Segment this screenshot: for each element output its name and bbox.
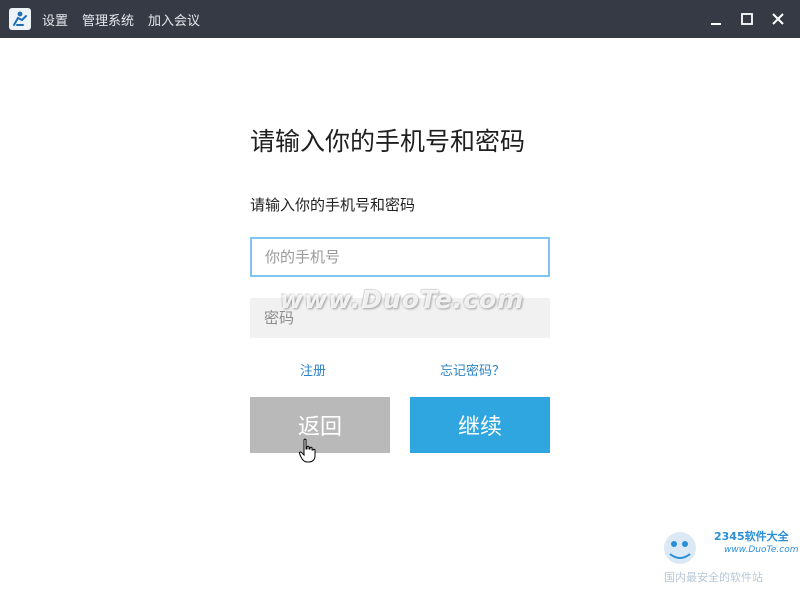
- back-button[interactable]: 返回: [250, 397, 390, 453]
- phone-input[interactable]: [250, 237, 550, 277]
- minimize-icon: [711, 23, 721, 25]
- menu-item-settings[interactable]: 设置: [42, 10, 68, 29]
- corner-brand-text: 2345软件大全: [714, 530, 789, 543]
- corner-url-text: www.DuoTe.com: [724, 545, 799, 555]
- top-menu: 设置 管理系统 加入会议: [42, 0, 214, 38]
- title-bar: 设置 管理系统 加入会议: [0, 0, 800, 38]
- maximize-icon: [741, 13, 753, 25]
- minimize-button[interactable]: [706, 9, 726, 29]
- hand-cursor-icon: [298, 438, 316, 463]
- register-link[interactable]: 注册: [300, 360, 326, 379]
- form-label: 请输入你的手机号和密码: [250, 196, 416, 214]
- corner-tagline-text: 国内最安全的软件站: [664, 571, 763, 584]
- continue-button[interactable]: 继续: [410, 397, 550, 453]
- menu-item-join-meeting[interactable]: 加入会议: [148, 10, 200, 29]
- close-button[interactable]: [768, 9, 788, 29]
- watermark-text: www.DuoTe.com: [280, 285, 525, 314]
- menu-item-admin[interactable]: 管理系统: [82, 10, 134, 29]
- close-icon: [772, 13, 784, 25]
- app-logo-icon[interactable]: [9, 8, 31, 30]
- page-title: 请输入你的手机号和密码: [250, 127, 526, 156]
- forgot-password-link[interactable]: 忘记密码？: [440, 360, 505, 379]
- maximize-button[interactable]: [737, 9, 757, 29]
